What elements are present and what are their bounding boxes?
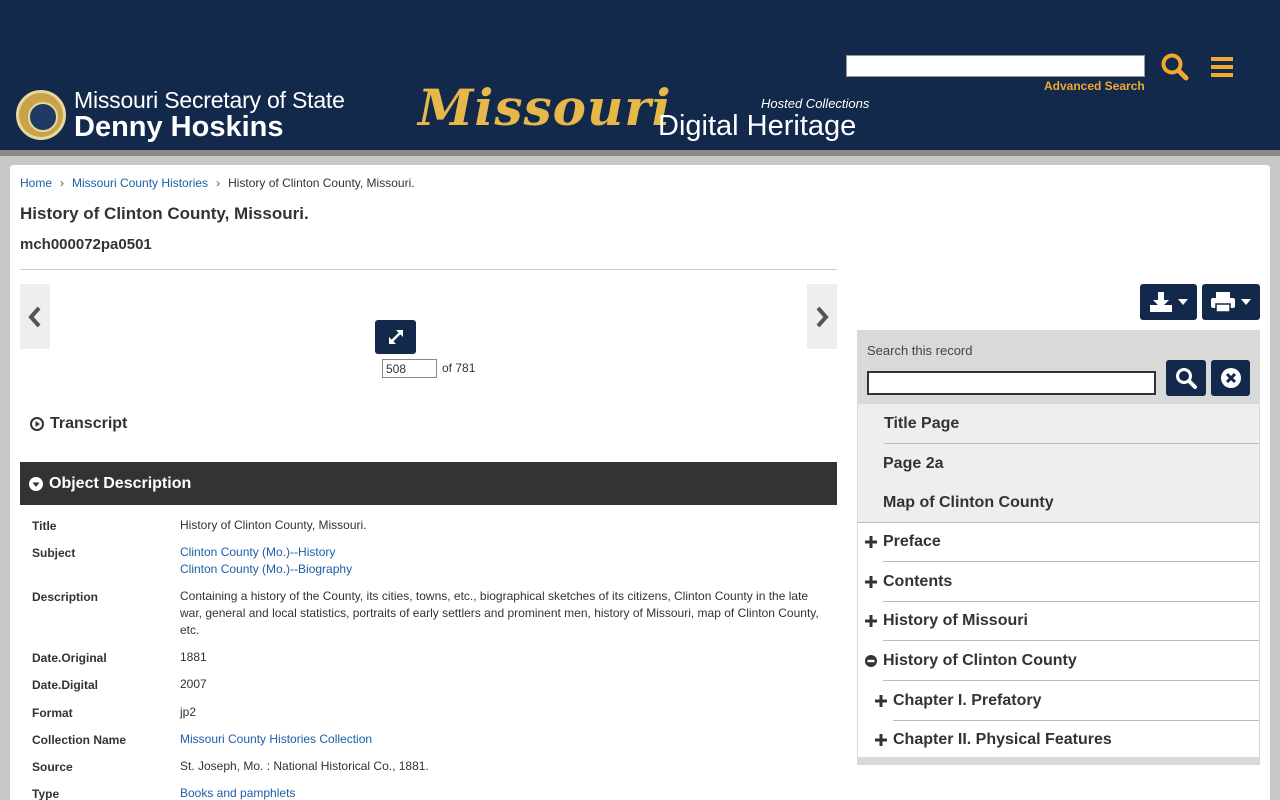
metadata-value-description: Containing a history of the County, its … (180, 589, 819, 637)
toc-item-label: Chapter II. Physical Features (893, 731, 1112, 748)
toc-item-label: Map of Clinton County (883, 494, 1054, 511)
site-search-input[interactable] (846, 55, 1145, 77)
metadata-value-date-original: 1881 (180, 650, 207, 664)
toc-item-label: Contents (883, 573, 953, 590)
previous-page-button[interactable] (20, 284, 50, 349)
fullscreen-button[interactable] (375, 320, 416, 354)
metadata-label: Date.Original (32, 651, 107, 665)
breadcrumb: Home › Missouri County Histories › Histo… (20, 176, 415, 190)
chevron-left-icon (28, 306, 41, 327)
toc-item-label: Page 2a (883, 455, 944, 472)
metadata-value-title: History of Clinton County, Missouri. (180, 518, 367, 532)
missouri-seal-icon (16, 90, 66, 140)
metadata-label: Description (32, 590, 99, 604)
record-search-clear-button[interactable] (1211, 360, 1250, 396)
collection-link[interactable]: Missouri County Histories Collection (180, 731, 825, 748)
download-button[interactable] (1140, 284, 1197, 320)
breadcrumb-separator: › (60, 176, 65, 190)
hamburger-menu-icon[interactable] (1208, 54, 1236, 80)
toc-item-label: Title Page (884, 415, 960, 432)
header-divider (0, 150, 1280, 156)
search-icon (1176, 368, 1197, 389)
plus-icon (865, 615, 877, 627)
minus-circle-icon (865, 655, 877, 667)
type-link[interactable]: Books and pamphlets (180, 785, 825, 800)
mdh-hosted-text: Hosted Collections (761, 96, 870, 111)
metadata-label: Date.Digital (32, 678, 99, 692)
toc-item[interactable]: Map of Clinton County (858, 483, 1259, 523)
print-icon (1211, 292, 1251, 313)
mdh-missouri-text: Missouri (418, 78, 672, 137)
toc-item-label: Preface (883, 533, 941, 550)
breadcrumb-collection-link[interactable]: Missouri County Histories (72, 176, 208, 190)
secretary-of-state-logo[interactable]: Missouri Secretary of State Denny Hoskin… (16, 88, 345, 142)
metadata-value-source: St. Joseph, Mo. : National Historical Co… (180, 759, 429, 773)
toc-item[interactable]: Contents (858, 562, 1259, 602)
subject-link[interactable]: Clinton County (Mo.)--History (180, 544, 825, 561)
search-icon[interactable] (1160, 52, 1190, 82)
metadata-value-collection: Missouri County Histories Collection (180, 731, 825, 748)
page-number-input[interactable] (382, 359, 437, 378)
record-search-label: Search this record (867, 343, 973, 358)
toc-item[interactable]: Preface (858, 522, 1259, 562)
breadcrumb-home-link[interactable]: Home (20, 176, 52, 190)
plus-icon (865, 536, 877, 548)
metadata-value-type: Books and pamphlets (180, 785, 825, 800)
sos-title: Missouri Secretary of State (74, 87, 345, 113)
metadata-label: Format (32, 706, 73, 720)
record-search-input[interactable] (867, 371, 1156, 395)
expand-icon (388, 330, 403, 344)
page-title: History of Clinton County, Missouri. (20, 204, 309, 223)
mdh-digital-heritage-text: Digital Heritage (658, 110, 857, 142)
play-circle-icon (30, 417, 44, 431)
page-count: of 781 (442, 361, 476, 375)
metadata-label: Title (32, 519, 57, 533)
metadata-value-subject: Clinton County (Mo.)--History Clinton Co… (180, 544, 825, 578)
download-icon (1149, 292, 1188, 312)
table-of-contents: Title Page Page 2a Map of Clinton County… (858, 404, 1259, 757)
toc-item-label: History of Missouri (883, 612, 1028, 629)
advanced-search-link[interactable]: Advanced Search (1044, 79, 1145, 93)
plus-icon (865, 576, 877, 588)
object-description-toggle[interactable]: Object Description (20, 462, 837, 505)
caret-down-circle-icon (29, 476, 43, 491)
next-page-button[interactable] (807, 284, 837, 349)
metadata-label: Source (32, 760, 73, 774)
object-description-label: Object Description (49, 474, 192, 492)
toc-item[interactable]: History of Missouri (858, 601, 1259, 641)
toc-item[interactable]: Chapter I. Prefatory (858, 681, 1259, 721)
breadcrumb-separator: › (216, 176, 221, 190)
chevron-right-icon (816, 306, 829, 327)
record-id: mch000072pa0501 (20, 236, 152, 253)
subject-link[interactable]: Clinton County (Mo.)--Biography (180, 561, 825, 578)
toc-item-label: Chapter I. Prefatory (893, 692, 1042, 709)
plus-icon (875, 734, 887, 746)
print-button[interactable] (1202, 284, 1260, 320)
metadata-label: Subject (32, 546, 76, 560)
metadata-value-date-digital: 2007 (180, 677, 207, 691)
breadcrumb-current: History of Clinton County, Missouri. (228, 176, 415, 190)
toc-item[interactable]: Chapter II. Physical Features (858, 720, 1259, 757)
sos-name: Denny Hoskins (74, 111, 284, 143)
record-search-button[interactable] (1166, 360, 1206, 396)
toc-item-label: History of Clinton County (883, 652, 1077, 669)
metadata-label: Collection Name (32, 733, 127, 747)
transcript-toggle[interactable]: Transcript (30, 415, 127, 433)
metadata-value-format: jp2 (180, 705, 197, 719)
toc-item[interactable]: History of Clinton County (858, 641, 1259, 681)
transcript-label: Transcript (50, 415, 128, 432)
missouri-digital-heritage-logo[interactable]: Missouri Hosted Collections Digital Heri… (418, 78, 878, 148)
metadata-label: Type (32, 787, 60, 800)
divider (20, 269, 837, 270)
toc-item[interactable]: Page 2a (858, 444, 1259, 484)
toc-item[interactable]: Title Page (858, 404, 1259, 444)
plus-icon (875, 695, 887, 707)
close-circle-icon (1220, 368, 1241, 388)
